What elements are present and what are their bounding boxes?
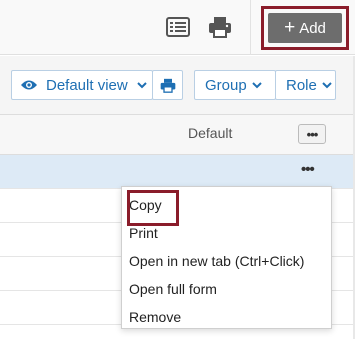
plus-icon: + <box>284 16 296 38</box>
row-more-icon[interactable]: ••• <box>301 161 315 178</box>
menu-item-remove[interactable]: Remove <box>129 303 181 331</box>
chevron-down-icon <box>322 81 332 88</box>
toolbar: Default view Group Role <box>0 56 355 114</box>
header-divider <box>250 0 251 55</box>
menu-item-copy[interactable]: Copy <box>127 190 179 226</box>
column-header-default[interactable]: Default <box>188 125 232 141</box>
more-icon: ••• <box>306 126 319 142</box>
menu-item-open-new-tab-label: Open in new tab (Ctrl+Click) <box>129 253 305 269</box>
print-button[interactable] <box>207 14 233 40</box>
eye-icon <box>21 80 37 90</box>
list-view-button[interactable] <box>165 14 191 40</box>
add-button-highlight: + Add <box>261 6 349 50</box>
menu-item-open-full-form[interactable]: Open full form <box>129 275 217 303</box>
row-context-menu: Copy Print Open in new tab (Ctrl+Click) … <box>121 186 332 329</box>
role-dropdown[interactable]: Role <box>275 70 336 100</box>
menu-item-open-full-form-label: Open full form <box>129 281 217 297</box>
chevron-down-icon <box>136 81 147 88</box>
column-options-button[interactable]: ••• <box>298 124 326 144</box>
menu-item-print[interactable]: Print <box>129 219 158 247</box>
view-selector-label: Default view <box>46 76 128 94</box>
toolbar-print-button[interactable] <box>152 70 183 100</box>
top-header: + Add <box>0 0 355 55</box>
menu-item-open-new-tab[interactable]: Open in new tab (Ctrl+Click) <box>129 247 304 275</box>
grid-header: Default ••• <box>0 114 355 155</box>
list-icon <box>166 17 190 37</box>
group-dropdown-label: Group <box>205 76 247 94</box>
print-icon <box>160 78 175 93</box>
group-dropdown[interactable]: Group <box>194 70 276 100</box>
chevron-down-icon <box>251 81 262 88</box>
role-dropdown-label: Role <box>286 76 317 94</box>
menu-item-remove-label: Remove <box>129 309 182 325</box>
table-row[interactable]: ••• <box>0 155 355 189</box>
menu-item-print-label: Print <box>129 225 158 241</box>
add-button-label: Add <box>299 19 326 37</box>
view-selector[interactable]: Default view <box>11 70 153 100</box>
print-icon <box>209 17 231 38</box>
add-button[interactable]: + Add <box>268 13 342 43</box>
